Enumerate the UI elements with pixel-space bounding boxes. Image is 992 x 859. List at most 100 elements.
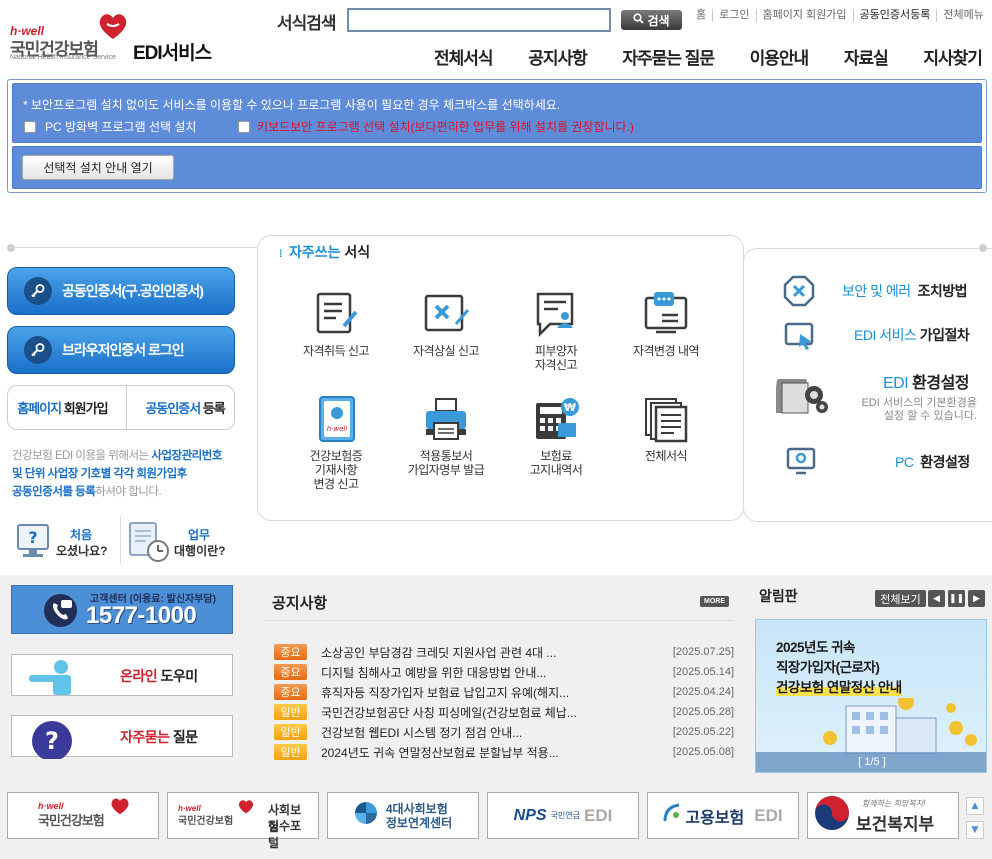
firewall-checkbox-label[interactable]: PC 방화벽 프로그램 선택 설치 xyxy=(45,118,196,135)
document-pen-icon xyxy=(312,290,360,338)
form-qualification-change[interactable]: 자격변경 내역 xyxy=(611,290,721,358)
banner-pager: [ 1/5 ] xyxy=(756,752,986,772)
monitor-gear-icon xyxy=(786,446,816,480)
scroll-up-icon[interactable]: ▲ xyxy=(966,797,984,815)
keyboard-security-label[interactable]: 키보드보안 프로그램 선택 설치(보다편리한 업무를 위해 설치를 권장합니다.… xyxy=(257,118,634,135)
nav-guide[interactable]: 이용안내 xyxy=(736,44,823,69)
nhis-logo[interactable]: h·well 국민건강보험 National Health Insurance … xyxy=(8,12,233,66)
divider xyxy=(264,620,734,621)
form-qualification-loss[interactable]: 자격상실 신고 xyxy=(391,290,501,358)
notice-row[interactable]: 중요 디지털 침해사고 예방을 위한 대응방법 안내... [2025.05.14] xyxy=(274,662,734,682)
footer-logo-nps[interactable]: NPS 국민연금 EDI xyxy=(487,792,639,839)
nav-branch-finder[interactable]: 지사찾기 xyxy=(909,44,992,69)
form-all[interactable]: 전체서식 xyxy=(611,395,721,463)
agency-t1: 업무 xyxy=(188,528,211,542)
util-join[interactable]: 홈페이지 회원가입 xyxy=(755,9,853,22)
divider-line xyxy=(10,247,258,248)
join-guide-text: 건강보험 EDI 이용을 위해서는 사업장관리번호 및 단위 사업장 기호별 각… xyxy=(12,450,222,498)
util-all-menu[interactable]: 전체메뉴 xyxy=(936,9,989,22)
faq-button[interactable]: ? 자주묻는 질문 xyxy=(11,715,233,761)
document-x-icon xyxy=(422,290,470,338)
nav-all-forms[interactable]: 전체서식 xyxy=(420,44,507,69)
svg-text:h·well: h·well xyxy=(327,425,348,433)
heart-icon xyxy=(98,12,128,40)
divider-dot xyxy=(979,244,987,252)
document-person-icon xyxy=(532,290,580,338)
taegeuk-icon xyxy=(814,795,850,836)
ei-mark-icon xyxy=(663,803,681,828)
footer-logo-ei[interactable]: 고용보험 EDI xyxy=(647,792,799,839)
monitor-chat-icon xyxy=(642,290,690,338)
footer-logo-nhis[interactable]: h·well 국민건강보험 xyxy=(7,792,159,839)
install-options: * 보안프로그램 설치 없이도 서비스를 이용할 수 있으나 프로그램 사용이 … xyxy=(12,83,982,143)
search-icon xyxy=(633,13,645,27)
next-icon[interactable]: ▶ xyxy=(968,590,985,607)
general-badge: 일반 xyxy=(274,744,307,760)
footer-logo-mohw[interactable]: 함께하는 희망복지! 보건복지부 xyxy=(807,792,959,839)
nav-faq[interactable]: 자주묻는 질문 xyxy=(608,44,728,69)
notice-row[interactable]: 일반 국민건강보험공단 사칭 피싱메일(건강보험료 체납... [2025.05.2… xyxy=(274,702,734,722)
form-dependent[interactable]: 피부양자 자격신고 xyxy=(501,290,611,372)
pc-env-setting-link[interactable]: PC 환경설정 xyxy=(895,452,970,472)
calculator-won-icon: ₩ xyxy=(532,395,580,443)
form-premium-notice[interactable]: ₩ 보험료 고지내역서 xyxy=(501,395,611,477)
notice-row[interactable]: 중요 소상공인 부담경감 크레딧 지원사업 관련 4대 ... [2025.07.2… xyxy=(274,642,734,662)
footer-logo-4insure[interactable]: 4대사회보험 정보연계센터 xyxy=(327,792,479,839)
form-insurance-card-change[interactable]: h·well 건강보험증 기재사항 변경 신고 xyxy=(281,395,391,491)
util-cert-register[interactable]: 공동인증서등록 xyxy=(852,9,937,22)
notice-row[interactable]: 일반 2024년도 귀속 연말정산보험료 분할납부 적용... [2025.05.0… xyxy=(274,742,734,762)
divider-dot xyxy=(7,244,15,252)
cert-register-link[interactable]: 공동인증서 등록 xyxy=(145,398,225,417)
edi-join-procedure-link[interactable]: EDI 서비스 가입절차 xyxy=(854,325,970,345)
prev-icon[interactable]: ◀ xyxy=(928,590,945,607)
install-guide-bar: 선택적 설치 안내 열기 xyxy=(12,146,982,189)
online-helper-button[interactable]: 온라인 도우미 xyxy=(11,654,233,696)
svg-text:?: ? xyxy=(28,528,37,547)
clock-document-icon xyxy=(126,521,172,567)
firewall-checkbox[interactable] xyxy=(24,121,36,133)
form-qualification-acquire[interactable]: 자격취득 신고 xyxy=(281,290,391,358)
keyboard-security-checkbox[interactable] xyxy=(238,121,250,133)
key-icon xyxy=(24,277,52,305)
first-visit-link[interactable]: ? 처음 오셨나요? xyxy=(14,519,114,563)
search-input[interactable] xyxy=(347,8,611,32)
form-application-notice[interactable]: 적용통보서 가입자명부 발급 xyxy=(391,395,501,477)
homepage-join-link[interactable]: 홈페이지 회원가입 xyxy=(17,398,108,417)
notice-row[interactable]: 일반 건강보험 웹EDI 시스템 정기 점검 안내... [2025.05.22] xyxy=(274,722,734,742)
notice-more-button[interactable]: MORE xyxy=(700,596,729,607)
pinwheel-icon xyxy=(354,801,378,830)
notice-row[interactable]: 중요 휴직자등 직장가입자 보험료 납입고지 유예(해지... [2025.04.2… xyxy=(274,682,734,702)
agency-link[interactable]: 업무 대행이란? xyxy=(126,519,236,563)
printer-icon xyxy=(422,395,470,443)
alarm-view-all-button[interactable]: 전체보기 xyxy=(875,590,926,607)
nav-notice[interactable]: 공지사항 xyxy=(514,44,601,69)
x-octagon-icon xyxy=(783,275,815,311)
search-button-label: 검색 xyxy=(647,13,670,28)
alarm-banner[interactable]: 2025년도 귀속 직장가입자(근로자) 건강보험 연말정산 안내 [ 1/5 … xyxy=(755,619,987,773)
util-home[interactable]: 홈 xyxy=(690,9,712,22)
open-install-guide-button[interactable]: 선택적 설치 안내 열기 xyxy=(22,155,174,180)
alarm-board-title: 알림판 xyxy=(759,588,798,604)
key-icon xyxy=(24,336,52,364)
important-badge: 중요 xyxy=(274,684,307,700)
bullet-icon: ⁞ xyxy=(279,249,283,260)
search-button[interactable]: 검색 xyxy=(621,10,682,30)
edi-env-setting-link[interactable]: EDI 환경설정 xyxy=(883,369,970,393)
browser-cert-login-button[interactable]: 브라우저인증서 로그인 xyxy=(7,326,235,374)
util-login[interactable]: 로그인 xyxy=(712,9,755,22)
cert-login-button[interactable]: 공동인증서(구.공인인증서) xyxy=(7,267,235,315)
insurance-card-icon: h·well xyxy=(312,395,360,443)
join-register-box: 홈페이지 회원가입 공동인증서 등록 xyxy=(7,385,235,430)
pointing-person-icon xyxy=(27,657,87,699)
stacked-documents-icon xyxy=(642,395,690,443)
pause-icon[interactable]: ❚❚ xyxy=(948,590,965,607)
heart-icon xyxy=(238,799,254,819)
footer-logo-portal[interactable]: h·well 국민건강보험 사회보험 징수포털 xyxy=(167,792,319,850)
important-badge: 중요 xyxy=(274,664,307,680)
scroll-down-icon[interactable]: ▼ xyxy=(966,821,984,839)
security-error-link[interactable]: 보안 및 에러 조치방법 xyxy=(842,281,967,301)
folder-gear-icon xyxy=(772,373,832,423)
general-badge: 일반 xyxy=(274,724,307,740)
nav-library[interactable]: 자료실 xyxy=(830,44,902,69)
install-notice: * 보안프로그램 설치 없이도 서비스를 이용할 수 있으나 프로그램 사용이 … xyxy=(23,98,561,112)
